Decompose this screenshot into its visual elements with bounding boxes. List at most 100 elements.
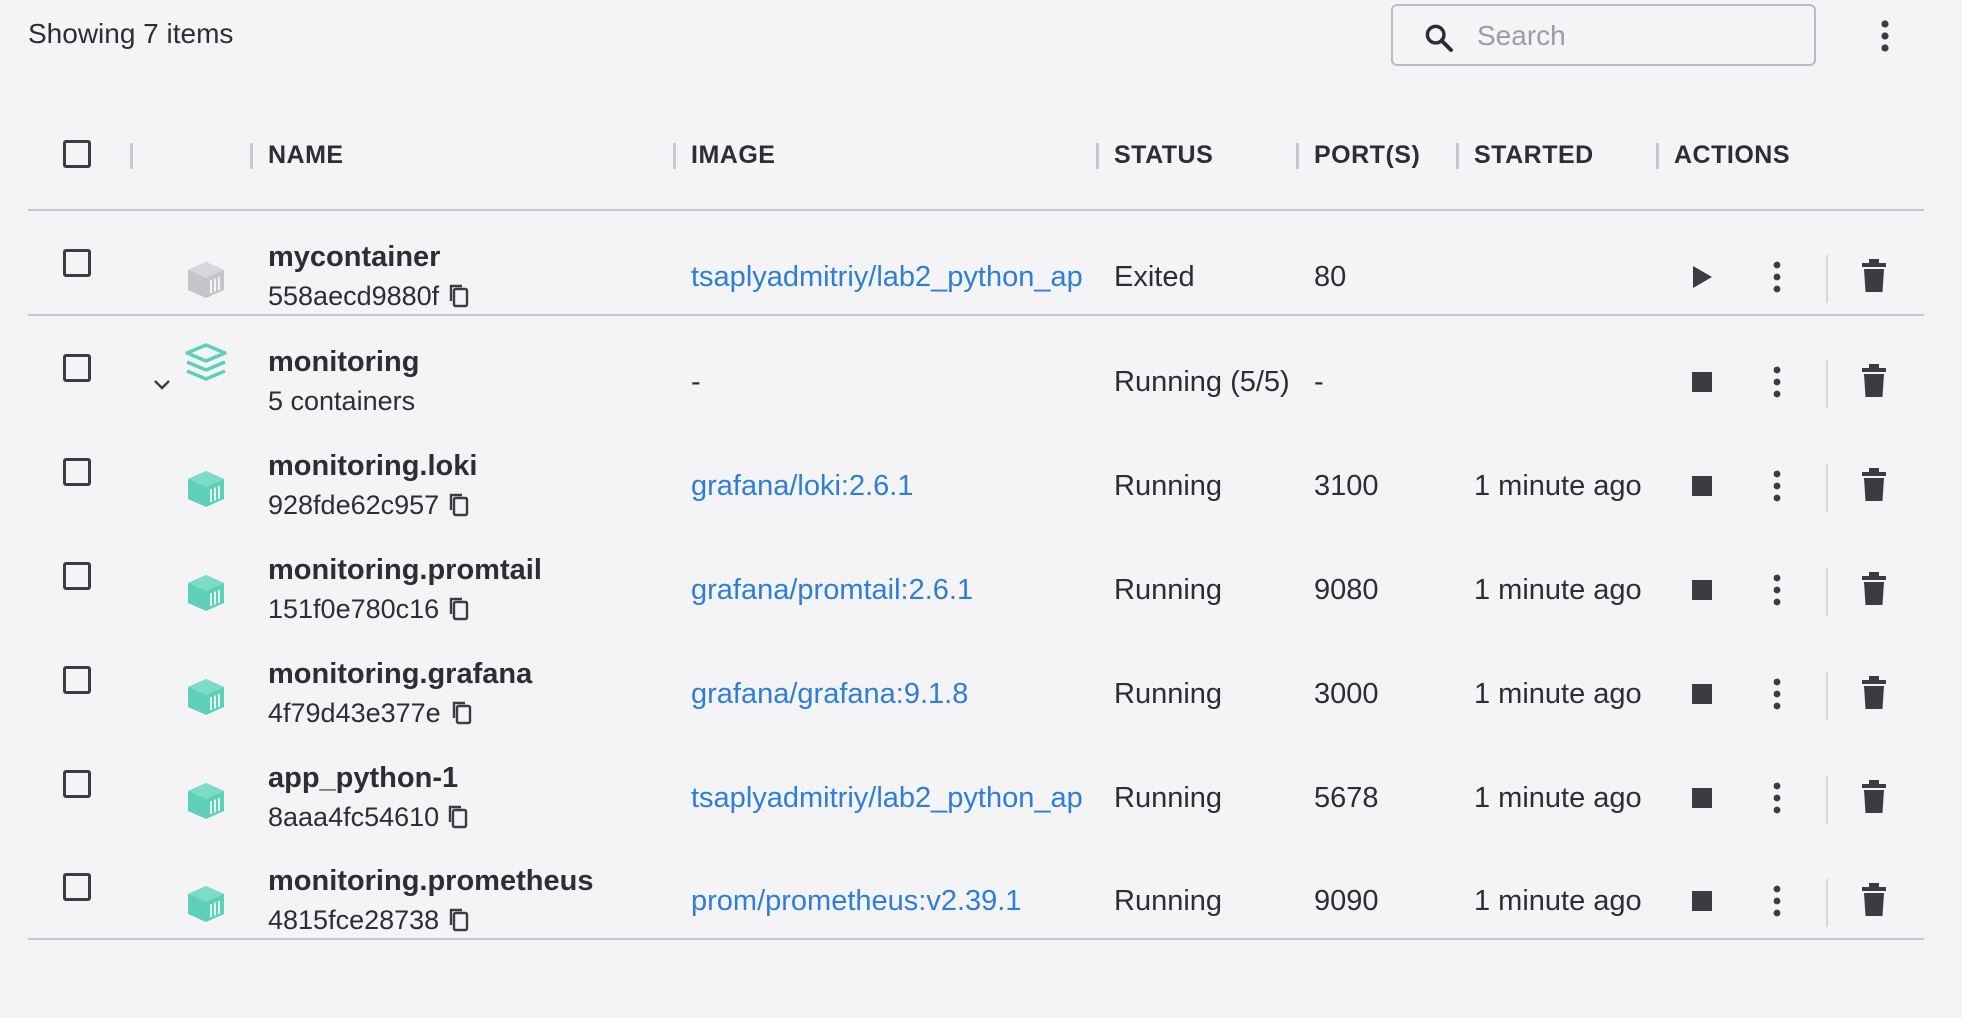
trash-icon[interactable] [1860,676,1888,710]
containers-page: Showing 7 items NAME IMAGE STATUS PORT(S… [0,0,1962,1018]
trash-icon[interactable] [1860,259,1888,293]
row-checkbox[interactable] [63,354,91,382]
status-text: Running [1114,574,1223,606]
action-divider [1826,360,1828,408]
image-link[interactable]: grafana/loki:2.6.1 [691,470,913,503]
more-options-icon[interactable] [1878,18,1892,54]
trash-icon[interactable] [1860,364,1888,398]
status-text: Running [1114,470,1223,502]
container-icon [188,575,224,611]
image-link[interactable]: grafana/promtail:2.6.1 [691,574,973,607]
port-text[interactable]: 3000 [1314,678,1379,711]
container-name[interactable]: monitoring.grafana [268,658,532,691]
column-header-status[interactable]: STATUS [1114,141,1213,170]
port-text[interactable]: 9090 [1314,885,1379,918]
search-icon [1425,24,1453,52]
stop-icon[interactable] [1688,886,1716,916]
container-icon [188,886,224,922]
action-divider [1826,568,1828,616]
more-options-icon[interactable] [1770,259,1784,295]
stack-name[interactable]: monitoring [268,346,419,379]
trash-icon[interactable] [1860,572,1888,606]
status-text: Running [1114,678,1223,710]
column-header-name[interactable]: NAME [268,141,344,170]
status-text: Running [1114,782,1223,814]
trash-icon[interactable] [1860,780,1888,814]
container-count: 5 containers [268,386,416,416]
status-text: Running (5/5) [1114,366,1290,398]
table-header: NAME IMAGE STATUS PORT(S) STARTED ACTION… [0,134,1962,178]
action-divider [1826,672,1828,720]
more-options-icon[interactable] [1770,883,1784,919]
container-name[interactable]: monitoring.promtail [268,554,542,587]
container-icon [188,679,224,715]
row-checkbox[interactable] [63,770,91,798]
stop-icon[interactable] [1688,679,1716,709]
copy-icon[interactable] [448,492,470,518]
row-checkbox[interactable] [63,458,91,486]
more-options-icon[interactable] [1770,676,1784,712]
action-divider [1826,879,1828,927]
port-text: - [1314,366,1324,398]
table-row[interactable]: monitoring.grafana 4f79d43e377e grafana/… [0,628,1962,732]
copy-icon[interactable] [447,804,469,830]
table-row[interactable]: app_python-1 8aaa4fc54610 tsaplyadmitriy… [0,732,1962,836]
column-header-ports[interactable]: PORT(S) [1314,141,1420,170]
row-checkbox[interactable] [63,249,91,277]
trash-icon[interactable] [1860,883,1888,917]
started-text: 1 minute ago [1474,782,1642,814]
container-id: 8aaa4fc54610 [268,802,440,832]
image-text: - [691,366,701,398]
column-divider [1296,143,1299,169]
container-icon [188,783,224,819]
row-checkbox[interactable] [63,562,91,590]
copy-icon[interactable] [448,596,470,622]
stop-icon[interactable] [1688,471,1716,501]
image-link[interactable]: tsaplyadmitriy/lab2_python_ap [691,782,1083,815]
column-divider [250,143,253,169]
port-text[interactable]: 3100 [1314,470,1379,503]
row-checkbox[interactable] [63,666,91,694]
search-box[interactable] [1391,4,1816,66]
stop-icon[interactable] [1688,575,1716,605]
port-text[interactable]: 9080 [1314,574,1379,607]
more-options-icon[interactable] [1770,364,1784,400]
image-link[interactable]: tsaplyadmitriy/lab2_python_ap [691,261,1083,294]
row-checkbox[interactable] [63,873,91,901]
container-name[interactable]: monitoring.prometheus [268,865,593,898]
column-header-started[interactable]: STARTED [1474,141,1594,170]
container-id: 928fde62c957 [268,490,440,520]
copy-icon[interactable] [448,907,470,933]
table-row[interactable]: monitoring.promtail 151f0e780c16 grafana… [0,524,1962,628]
action-divider [1826,776,1828,824]
port-text[interactable]: 5678 [1314,782,1379,815]
select-all-checkbox[interactable] [63,140,91,168]
table-row[interactable]: monitoring.prometheus 4815fce28738 prom/… [0,835,1962,939]
table-row[interactable]: monitoring 5 containers - Running (5/5) … [0,316,1962,420]
column-header-image[interactable]: IMAGE [691,141,775,170]
copy-icon[interactable] [448,283,470,309]
container-name[interactable]: mycontainer [268,241,440,274]
search-input[interactable] [1475,14,1799,58]
started-text: 1 minute ago [1474,470,1642,502]
more-options-icon[interactable] [1770,572,1784,608]
copy-icon[interactable] [451,700,473,726]
table-row[interactable]: mycontainer 558aecd9880f tsaplyadmitriy/… [0,211,1962,315]
stop-icon[interactable] [1688,783,1716,813]
status-text: Running [1114,885,1223,917]
image-link[interactable]: grafana/grafana:9.1.8 [691,678,968,711]
more-options-icon[interactable] [1770,780,1784,816]
container-name[interactable]: app_python-1 [268,762,458,795]
port-text[interactable]: 80 [1314,261,1346,294]
chevron-down-icon[interactable] [152,378,172,392]
action-divider [1826,255,1828,303]
container-name[interactable]: monitoring.loki [268,450,477,483]
more-options-icon[interactable] [1770,468,1784,504]
play-icon[interactable] [1688,262,1716,292]
container-icon [188,471,224,507]
trash-icon[interactable] [1860,468,1888,502]
table-row[interactable]: monitoring.loki 928fde62c957 grafana/lok… [0,420,1962,524]
stop-icon[interactable] [1688,367,1716,397]
image-link[interactable]: prom/prometheus:v2.39.1 [691,885,1021,918]
column-divider [130,143,133,169]
